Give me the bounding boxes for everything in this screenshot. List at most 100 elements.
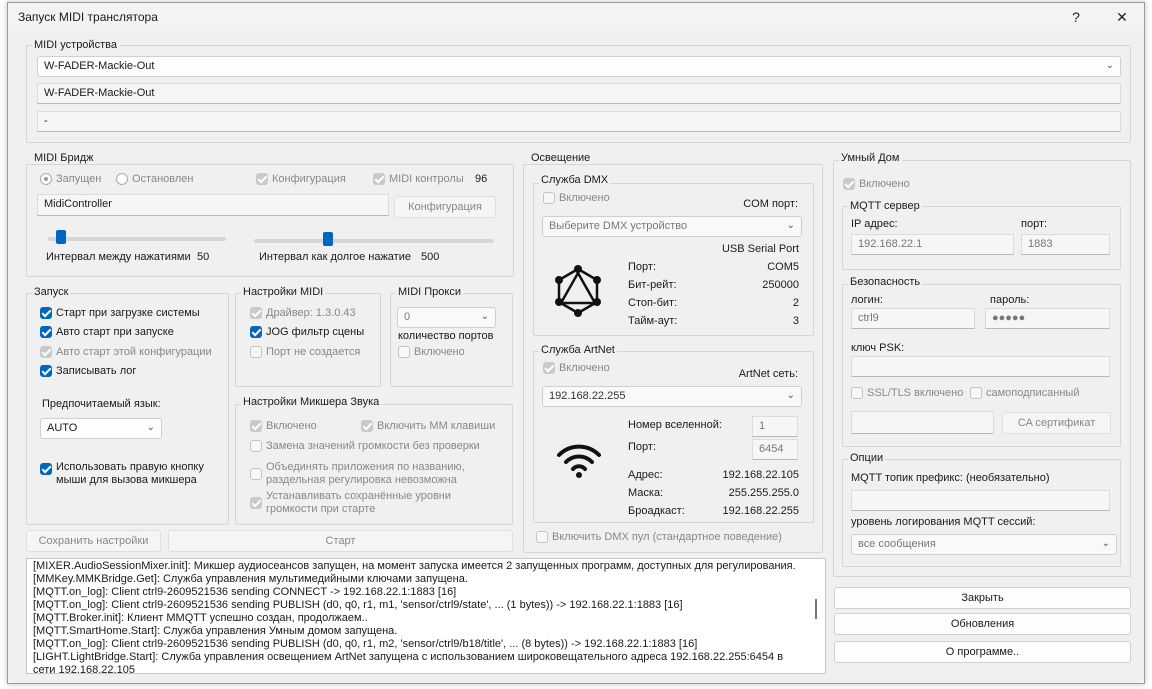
dmx-device-select[interactable]: Выберите DMX устройство ⌄ <box>542 216 802 237</box>
midi-device-field-1[interactable]: W-FADER-Mackie-Out <box>37 83 1121 104</box>
write-log-checkbox[interactable]: Записывать лог <box>40 365 136 377</box>
interval-long-slider-thumb[interactable] <box>323 232 333 246</box>
artnet-enabled-checkbox[interactable]: Включено <box>543 362 610 374</box>
artnet-address-label: Адрес: <box>628 469 663 481</box>
checkbox-icon <box>398 346 410 358</box>
checkbox-icon <box>40 463 52 475</box>
radio-stopped[interactable]: Остановлен <box>116 173 193 185</box>
mm-keys-checkbox[interactable]: Включить ММ клавиши <box>361 420 495 432</box>
log-line: [MQTT.on_log]: Client ctrl9-2609521536 s… <box>33 599 683 611</box>
psk-field[interactable] <box>851 356 1110 377</box>
interval-long-label: Интервал как долгое нажатие <box>259 251 411 263</box>
interval-press-slider-thumb[interactable] <box>56 230 67 244</box>
config-checkbox[interactable]: Конфигурация <box>256 173 346 185</box>
auto-start-checkbox[interactable]: Авто старт при запуске <box>40 326 174 338</box>
artnet-port-field[interactable]: 6454 <box>752 439 798 460</box>
language-select[interactable]: AUTO ⌄ <box>40 418 162 439</box>
driver-checkbox[interactable]: Драйвер: 1.3.0.43 <box>250 307 356 319</box>
start-on-boot-checkbox[interactable]: Старт при загрузке системы <box>40 307 200 319</box>
log-line: [MQTT.Broker.init]: Клиент MMQTT успешно… <box>33 612 368 624</box>
mixer-enabled-checkbox[interactable]: Включено <box>250 420 317 432</box>
ip-address-field[interactable]: 192.168.22.1 <box>851 234 1014 255</box>
chevron-down-icon: ⌄ <box>1105 60 1114 71</box>
checkbox-icon <box>851 387 863 399</box>
dmx-baud-label: Бит-рейт: <box>628 279 677 291</box>
bridge-config-button[interactable]: Конфигурация <box>394 196 496 218</box>
jog-filter-checkbox[interactable]: JOG фильтр сцены <box>250 326 364 338</box>
login-field[interactable]: ctrl9 <box>851 308 975 329</box>
restore-volume-label: Устанавливать сохранённые уровни громкост… <box>266 490 451 516</box>
help-button[interactable]: ? <box>1054 3 1098 31</box>
about-button[interactable]: О программе.. <box>834 641 1131 663</box>
merge-apps-checkbox[interactable]: Объединять приложения по названию, раздел… <box>250 461 465 487</box>
midi-device-select[interactable]: W-FADER-Mackie-Out ⌄ <box>37 56 1121 77</box>
interval-long-value: 500 <box>421 251 440 263</box>
chevron-down-icon: ⌄ <box>786 390 795 401</box>
merge-apps-label: Объединять приложения по названию, раздел… <box>266 461 465 487</box>
log-output[interactable]: [MIXER.AudioSessionMixer.init]: Микшер а… <box>26 558 826 674</box>
close-button[interactable]: Закрыть <box>834 587 1131 609</box>
dmx-stop-label: Стоп-бит: <box>628 297 678 309</box>
checkbox-icon <box>250 307 262 319</box>
com-port-label: COM порт: <box>743 198 798 210</box>
smart-home-enabled-checkbox[interactable]: Включено <box>843 178 910 190</box>
artnet-enabled-label: Включено <box>559 362 610 374</box>
dmx-pool-checkbox[interactable]: Включить DMX пул (стандартное поведение) <box>536 531 782 543</box>
password-field[interactable]: ●●●●● <box>985 308 1110 329</box>
mixer-enabled-label: Включено <box>266 420 317 432</box>
midi-controls-checkbox[interactable]: MIDI контролы <box>373 173 464 185</box>
proxy-enabled-label: Включено <box>414 346 465 358</box>
close-window-button[interactable]: ✕ <box>1100 3 1144 31</box>
bridge-name-field[interactable]: MidiController <box>37 194 389 216</box>
mqtt-port-field[interactable]: 1883 <box>1021 234 1110 255</box>
universe-field[interactable]: 1 <box>752 416 798 437</box>
replace-volume-checkbox[interactable]: Замена значений громкости без проверки <box>250 440 480 452</box>
chevron-down-icon: ⌄ <box>146 422 155 433</box>
artnet-net-value: 192.168.22.255 <box>549 390 626 402</box>
checkbox-icon <box>970 387 982 399</box>
topic-prefix-field[interactable] <box>851 490 1110 511</box>
checkbox-icon <box>543 362 555 374</box>
dmx-enabled-checkbox[interactable]: Включено <box>543 192 610 204</box>
log-line: сети 192.168.22.105 <box>33 664 135 674</box>
restore-volume-checkbox[interactable]: Устанавливать сохранённые уровни громкост… <box>250 490 451 516</box>
mqtt-port-label: порт: <box>1021 218 1048 230</box>
ca-cert-field[interactable] <box>851 411 994 434</box>
radio-running[interactable]: Запущен <box>40 173 101 185</box>
checkbox-icon <box>250 468 262 480</box>
self-signed-checkbox[interactable]: самоподписанный <box>970 387 1079 399</box>
log-level-select[interactable]: все сообщения ⌄ <box>851 534 1117 555</box>
smart-home-label: Умный Дом <box>839 152 902 164</box>
jog-filter-label: JOG фильтр сцены <box>266 326 365 338</box>
log-scrollbar[interactable] <box>815 599 817 619</box>
radio-running-label: Запущен <box>56 173 102 185</box>
topic-prefix-label: MQTT топик префикс: (необязательно) <box>851 472 1050 484</box>
log-level-value: все сообщения <box>858 538 936 550</box>
interval-press-label: Интервал между нажатиями <box>46 251 191 263</box>
replace-volume-label: Замена значений громкости без проверки <box>266 440 480 452</box>
interval-long-slider-track[interactable] <box>254 239 494 243</box>
port-not-created-checkbox[interactable]: Порт не создается <box>250 346 360 358</box>
ca-certificate-button[interactable]: CA сертификат <box>1002 412 1111 434</box>
checkbox-icon <box>250 497 262 509</box>
midi-device-field-2[interactable]: - <box>37 111 1121 132</box>
proxy-ports-select[interactable]: 0 ⌄ <box>397 307 496 328</box>
artnet-mask-value: 255.255.255.0 <box>728 487 799 499</box>
log-line: [MMKey.MMKBridge.Get]: Служба управления… <box>33 573 468 585</box>
interval-press-slider-track[interactable] <box>48 237 226 241</box>
right-button-checkbox[interactable]: Использовать правую кнопку мыши для вызов… <box>40 461 204 487</box>
save-settings-button[interactable]: Сохранить настройки <box>26 530 161 552</box>
artnet-broadcast-label: Броадкаст: <box>628 505 685 517</box>
log-line: [LIGHT.LightBridge.Start]: Служба управл… <box>33 651 784 663</box>
start-button[interactable]: Старт <box>168 530 513 552</box>
log-level-label: уровень логирования MQTT сессий: <box>851 516 1036 528</box>
midi-bridge-label: MIDI Бридж <box>32 152 96 164</box>
auto-start-config-checkbox[interactable]: Авто старт этой конфигурации <box>40 346 212 358</box>
updates-button[interactable]: Обновления <box>834 613 1131 635</box>
dmx-enabled-label: Включено <box>559 192 610 204</box>
ssl-checkbox[interactable]: SSL/TLS включено <box>851 387 963 399</box>
artnet-net-select[interactable]: 192.168.22.255 ⌄ <box>542 386 802 407</box>
lighting-label: Освещение <box>529 152 593 164</box>
proxy-enabled-checkbox[interactable]: Включено <box>398 346 465 358</box>
checkbox-icon <box>250 326 262 338</box>
